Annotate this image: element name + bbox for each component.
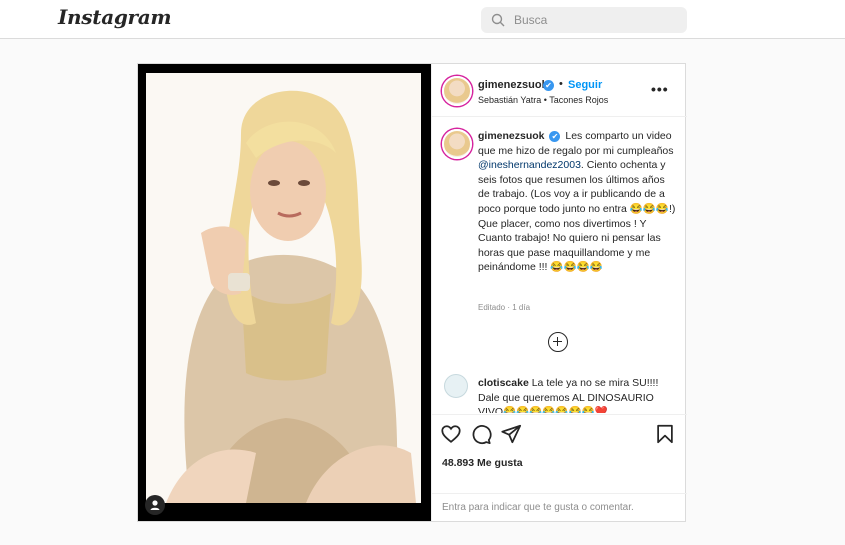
verified-icon: ✔: [549, 131, 561, 142]
more-icon[interactable]: •••: [651, 81, 669, 97]
post-header: gimenezsuok ✔ • Seguir Sebastián Yatra •…: [432, 64, 687, 117]
search-placeholder: Busca: [514, 13, 548, 27]
instagram-logo[interactable]: Instagram: [58, 5, 172, 29]
caption-text-2: . Ciento ochenta y seis fotos que resume…: [478, 159, 676, 274]
comment-item: clotiscake La tele ya no se mira SU!!!! …: [478, 376, 676, 413]
post-actions-bar: [432, 414, 687, 454]
bookmark-icon[interactable]: [654, 423, 676, 445]
post-media[interactable]: [138, 64, 431, 521]
commenter-username[interactable]: clotiscake: [478, 377, 529, 389]
comments-area[interactable]: gimenezsuok ✔ Les comparto un video que …: [432, 118, 687, 413]
follow-button[interactable]: Seguir: [568, 79, 602, 91]
avatar[interactable]: [442, 76, 472, 106]
share-icon[interactable]: [500, 423, 522, 445]
verified-icon: ✔: [543, 80, 554, 91]
post-card: gimenezsuok ✔ • Seguir Sebastián Yatra •…: [137, 63, 687, 522]
caption-avatar[interactable]: [442, 129, 472, 159]
edited-timestamp: Editado · 1 día: [478, 303, 531, 312]
search-box[interactable]: Busca: [481, 7, 687, 33]
post-photo: [146, 73, 421, 503]
post-caption: gimenezsuok ✔ Les comparto un video que …: [478, 129, 676, 275]
post-author-username[interactable]: gimenezsuok: [478, 79, 548, 91]
music-link[interactable]: Sebastián Yatra • Tacones Rojos: [478, 95, 608, 105]
post-details-panel: gimenezsuok ✔ • Seguir Sebastián Yatra •…: [431, 64, 687, 521]
search-icon: [491, 13, 505, 27]
separator-dot: •: [559, 78, 563, 90]
heart-icon[interactable]: [440, 423, 462, 445]
likes-count[interactable]: 48.893 Me gusta: [442, 457, 523, 469]
comment-icon[interactable]: [470, 423, 492, 445]
login-to-comment-text: Entra para indicar que te gusta o coment…: [442, 502, 634, 513]
add-circle-icon[interactable]: [548, 332, 568, 352]
tag-user-icon[interactable]: [145, 495, 165, 515]
caption-mention-link[interactable]: @ineshernandez2003: [478, 159, 581, 171]
add-comment-area[interactable]: Entra para indicar que te gusta o coment…: [432, 493, 687, 521]
caption-username[interactable]: gimenezsuok: [478, 130, 545, 142]
top-navigation-bar: Instagram Busca: [0, 0, 845, 39]
commenter-avatar[interactable]: [444, 374, 468, 398]
